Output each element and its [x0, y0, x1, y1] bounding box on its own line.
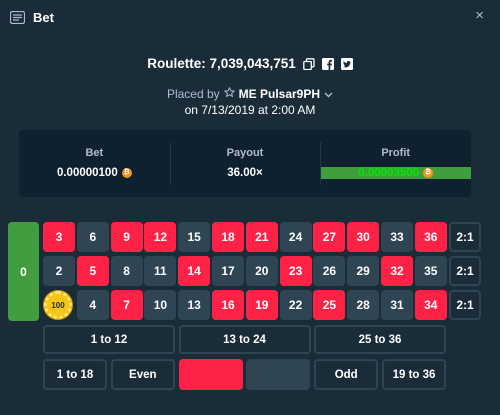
number-32[interactable]: 32: [381, 256, 413, 286]
number-31[interactable]: 31: [381, 290, 413, 320]
number-29[interactable]: 29: [347, 256, 380, 286]
stat-profit: Profit 0.00003500 ₿: [320, 130, 472, 197]
close-icon[interactable]: ×: [475, 8, 484, 23]
bet-stats-panel: Bet 0.00000100 ₿ Payout 36.00× Profit 0.…: [19, 130, 472, 197]
number-19[interactable]: 19: [245, 290, 278, 320]
number-16[interactable]: 16: [212, 290, 244, 320]
chevron-down-icon[interactable]: [324, 87, 333, 101]
stat-payout: Payout 36.00×: [169, 130, 321, 197]
placed-by-label: Placed by: [166, 87, 220, 101]
number-13[interactable]: 13: [178, 290, 211, 320]
number-8[interactable]: 8: [110, 256, 143, 286]
number-2[interactable]: 2: [43, 256, 75, 286]
even-bet[interactable]: Even: [110, 359, 175, 390]
modal-header: Bet ×: [0, 0, 500, 34]
number-26[interactable]: 26: [313, 256, 346, 286]
number-15[interactable]: 15: [178, 222, 211, 252]
number-9[interactable]: 9: [110, 222, 143, 252]
placed-by-line: Placed by ME Pulsar9PH: [0, 86, 500, 101]
number-33[interactable]: 33: [381, 222, 413, 252]
number-17[interactable]: 17: [212, 256, 244, 286]
twitter-icon[interactable]: [340, 57, 353, 70]
facebook-icon[interactable]: [321, 57, 334, 70]
number-20[interactable]: 20: [245, 256, 278, 286]
number-23[interactable]: 23: [279, 256, 312, 286]
number-21[interactable]: 21: [245, 222, 278, 252]
black-bet[interactable]: [246, 359, 311, 390]
number-36[interactable]: 36: [414, 222, 447, 252]
number-22[interactable]: 22: [279, 290, 312, 320]
high-bet[interactable]: 19 to 36: [382, 359, 446, 390]
username[interactable]: ME Pulsar9PH: [239, 87, 320, 101]
number-10[interactable]: 10: [144, 290, 177, 320]
number-7[interactable]: 7: [110, 290, 143, 320]
number-30[interactable]: 30: [347, 222, 380, 252]
bitcoin-icon: ₿: [423, 168, 434, 178]
number-24[interactable]: 24: [279, 222, 312, 252]
star-icon: [223, 86, 235, 101]
number-27[interactable]: 27: [313, 222, 346, 252]
stat-bet: Bet 0.00000100 ₿: [19, 130, 170, 197]
dozen-bet-2[interactable]: 13 to 24: [178, 325, 311, 354]
number-34[interactable]: 34: [414, 290, 447, 320]
number-28[interactable]: 28: [347, 290, 380, 320]
copy-icon[interactable]: [302, 57, 315, 70]
red-bet[interactable]: [178, 359, 243, 390]
stat-profit-value: 0.00003500 ₿: [320, 167, 472, 179]
stat-bet-amount: 0.00000100: [56, 167, 118, 179]
column-bet-2[interactable]: 2:1: [449, 256, 481, 286]
number-4[interactable]: 4: [76, 290, 109, 320]
game-id: Roulette: 7,039,043,751: [147, 56, 296, 71]
bet-chip[interactable]: 100: [44, 291, 72, 319]
odd-bet[interactable]: Odd: [314, 359, 379, 390]
game-id-line: Roulette: 7,039,043,751: [0, 56, 500, 71]
dice-icon: [10, 10, 25, 24]
number-5[interactable]: 5: [76, 256, 109, 286]
stat-profit-amount: 0.00003500: [358, 167, 420, 179]
number-3[interactable]: 3: [43, 222, 75, 252]
bet-date: on 7/13/2019 at 2:00 AM: [184, 103, 316, 117]
number-18[interactable]: 18: [212, 222, 244, 252]
number-12[interactable]: 12: [144, 222, 177, 252]
modal-title: Bet: [33, 9, 54, 25]
number-6[interactable]: 6: [76, 222, 109, 252]
low-bet[interactable]: 1 to 18: [43, 359, 107, 390]
bitcoin-icon: ₿: [121, 168, 132, 178]
column-bet-3[interactable]: 2:1: [449, 290, 481, 320]
stat-bet-value: 0.00000100 ₿: [19, 167, 170, 179]
stat-profit-label: Profit: [381, 147, 411, 159]
column-bet-1[interactable]: 2:1: [449, 222, 481, 252]
number-zero[interactable]: 0: [8, 222, 39, 321]
number-25[interactable]: 25: [313, 290, 346, 320]
stat-payout-label: Payout: [226, 147, 264, 159]
dozen-bet-3[interactable]: 25 to 36: [314, 325, 446, 354]
dozen-bet-1[interactable]: 1 to 12: [43, 325, 175, 354]
number-14[interactable]: 14: [178, 256, 211, 286]
number-35[interactable]: 35: [414, 256, 447, 286]
number-11[interactable]: 11: [144, 256, 177, 286]
stat-bet-label: Bet: [85, 147, 104, 159]
stat-payout-value: 36.00×: [227, 167, 263, 179]
